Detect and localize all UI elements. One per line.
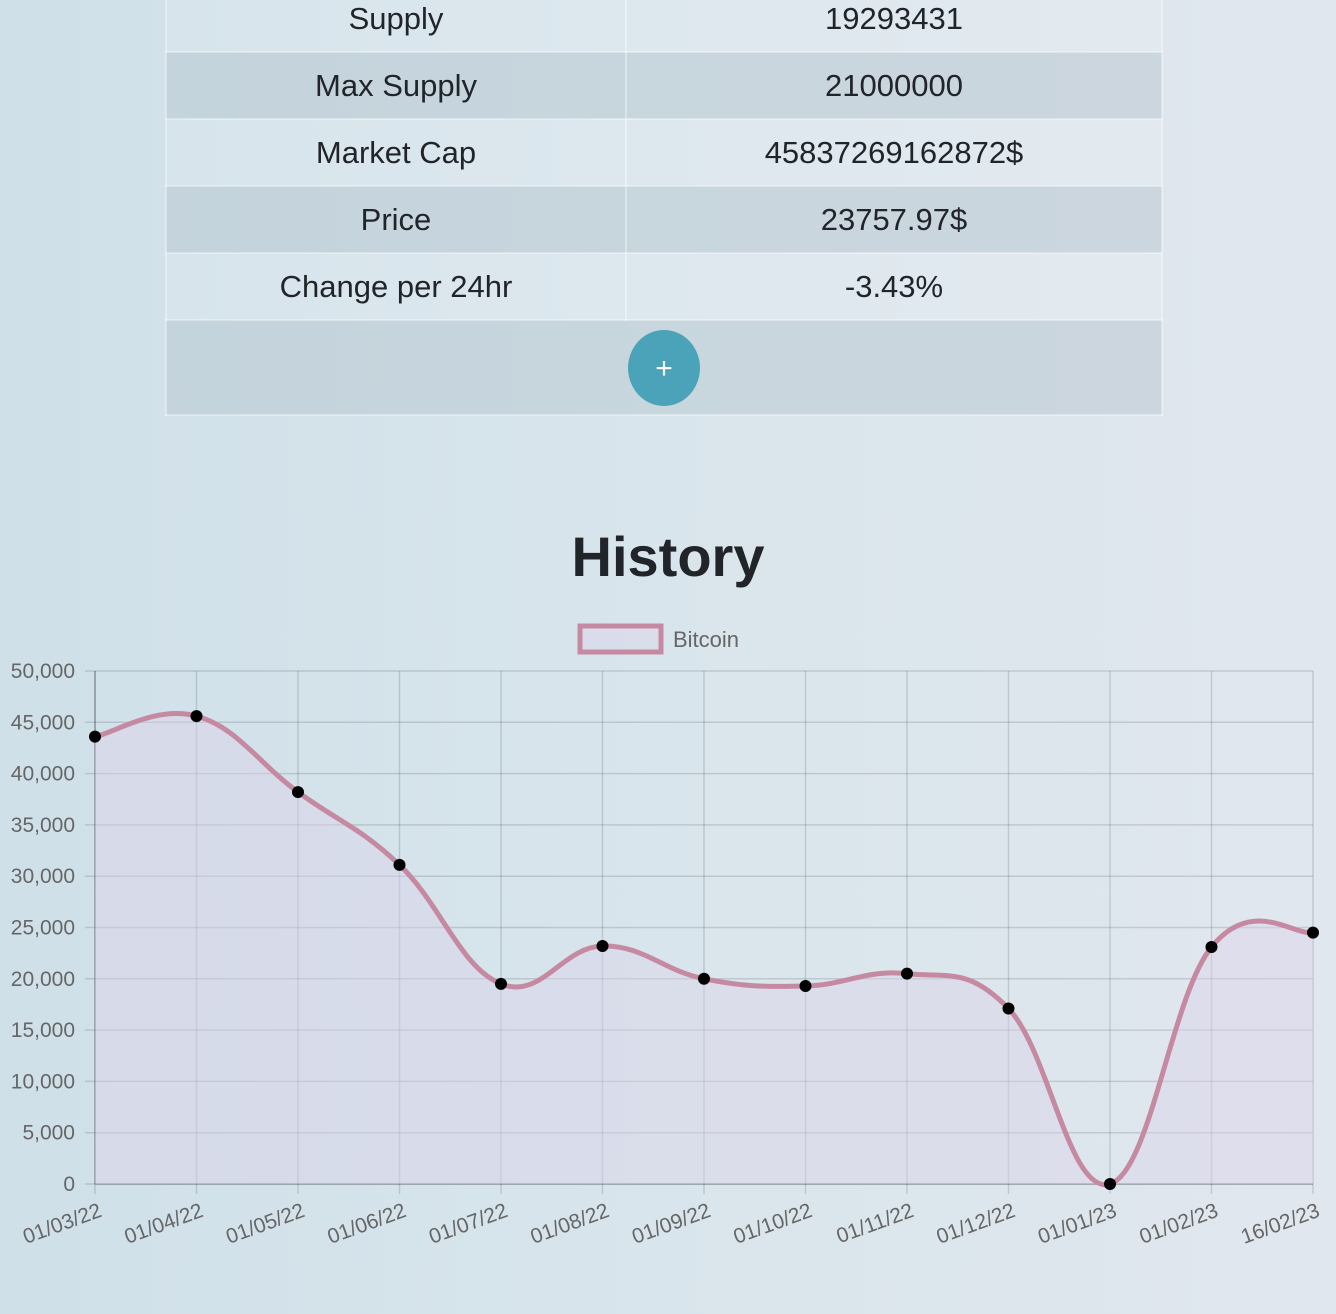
- history-title: History: [571, 525, 765, 588]
- row-value: 23757.97$: [625, 185, 1163, 254]
- x-tick-label: 16/02/23: [1238, 1199, 1323, 1249]
- x-tick-label: 01/07/22: [426, 1199, 511, 1249]
- y-tick-label: 45,000: [11, 711, 75, 734]
- x-tick-label: 01/11/22: [833, 1199, 916, 1248]
- data-point[interactable]: [596, 939, 609, 952]
- data-point[interactable]: [901, 967, 913, 980]
- x-tick-label: 01/05/22: [223, 1199, 308, 1249]
- row-label: Price: [165, 185, 627, 254]
- data-point[interactable]: [698, 972, 710, 985]
- chart-legend[interactable]: Bitcoin: [577, 623, 739, 655]
- table-row: Max Supply 21000000: [165, 51, 1163, 120]
- add-row: +: [165, 319, 1163, 416]
- data-point[interactable]: [495, 977, 507, 990]
- row-label: Market Cap: [165, 118, 627, 187]
- coin-info-table: Supply 19293431 Max Supply 21000000 Market C…: [165, 0, 1163, 416]
- y-tick-label: 35,000: [11, 814, 75, 837]
- x-tick-label: 01/02/23: [1137, 1199, 1222, 1249]
- data-point[interactable]: [1205, 940, 1218, 953]
- table-row: Supply 19293431: [165, 0, 1163, 53]
- add-button[interactable]: +: [628, 329, 700, 406]
- y-tick-label: 0: [63, 1173, 75, 1196]
- y-tick-label: 25,000: [11, 917, 75, 940]
- data-point[interactable]: [1104, 1178, 1116, 1190]
- y-axis: 0 5,000 10,000 15,000 20,000 25,000 30,000 35,0…: [11, 660, 75, 1196]
- x-tick-label: 01/10/22: [731, 1199, 816, 1249]
- row-label: Supply: [165, 0, 627, 53]
- table-row: Change per 24hr -3.43%: [165, 252, 1163, 321]
- x-tick-label: 01/08/22: [528, 1199, 613, 1249]
- x-tick-label: 01/04/22: [122, 1199, 207, 1249]
- row-value: 19293431: [625, 0, 1163, 53]
- row-value: -3.43%: [625, 252, 1163, 321]
- row-label: Change per 24hr: [165, 252, 627, 321]
- y-tick-label: 15,000: [11, 1019, 75, 1042]
- x-tick-label: 01/12/22: [934, 1199, 1019, 1249]
- x-tick-label: 01/01/23: [1035, 1199, 1120, 1249]
- data-point[interactable]: [393, 858, 406, 871]
- table-row: Price 23757.97$: [165, 185, 1163, 254]
- row-label: Max Supply: [165, 51, 627, 120]
- legend-label: Bitcoin: [673, 627, 739, 652]
- y-tick-label: 40,000: [11, 763, 75, 786]
- x-axis: 01/03/22 01/04/22 01/05/22 01/06/22 01/07/22…: [20, 1199, 1323, 1249]
- data-point[interactable]: [89, 730, 101, 743]
- table-row: Market Cap 45837269162872$: [165, 118, 1163, 187]
- x-tick-label: 01/09/22: [629, 1199, 714, 1249]
- row-value: 21000000: [625, 51, 1163, 120]
- y-tick-label: 50,000: [11, 660, 75, 683]
- data-point[interactable]: [292, 786, 304, 799]
- data-point[interactable]: [190, 710, 203, 723]
- data-point[interactable]: [1307, 926, 1319, 939]
- history-chart: Bitcoin 0 5,000 10,000 15,000 20,000 25,000 30…: [11, 623, 1323, 1249]
- data-point[interactable]: [799, 979, 812, 992]
- y-tick-label: 10,000: [11, 1070, 75, 1093]
- x-tick-label: 01/03/22: [20, 1199, 105, 1249]
- y-tick-label: 30,000: [11, 865, 75, 888]
- data-point[interactable]: [1002, 1002, 1015, 1015]
- x-tick-label: 01/06/22: [325, 1199, 410, 1249]
- row-value: 45837269162872$: [625, 118, 1163, 187]
- add-cell: +: [165, 319, 1163, 416]
- y-tick-label: 20,000: [11, 968, 75, 991]
- legend-swatch: [577, 623, 664, 655]
- y-tick-label: 5,000: [22, 1122, 75, 1145]
